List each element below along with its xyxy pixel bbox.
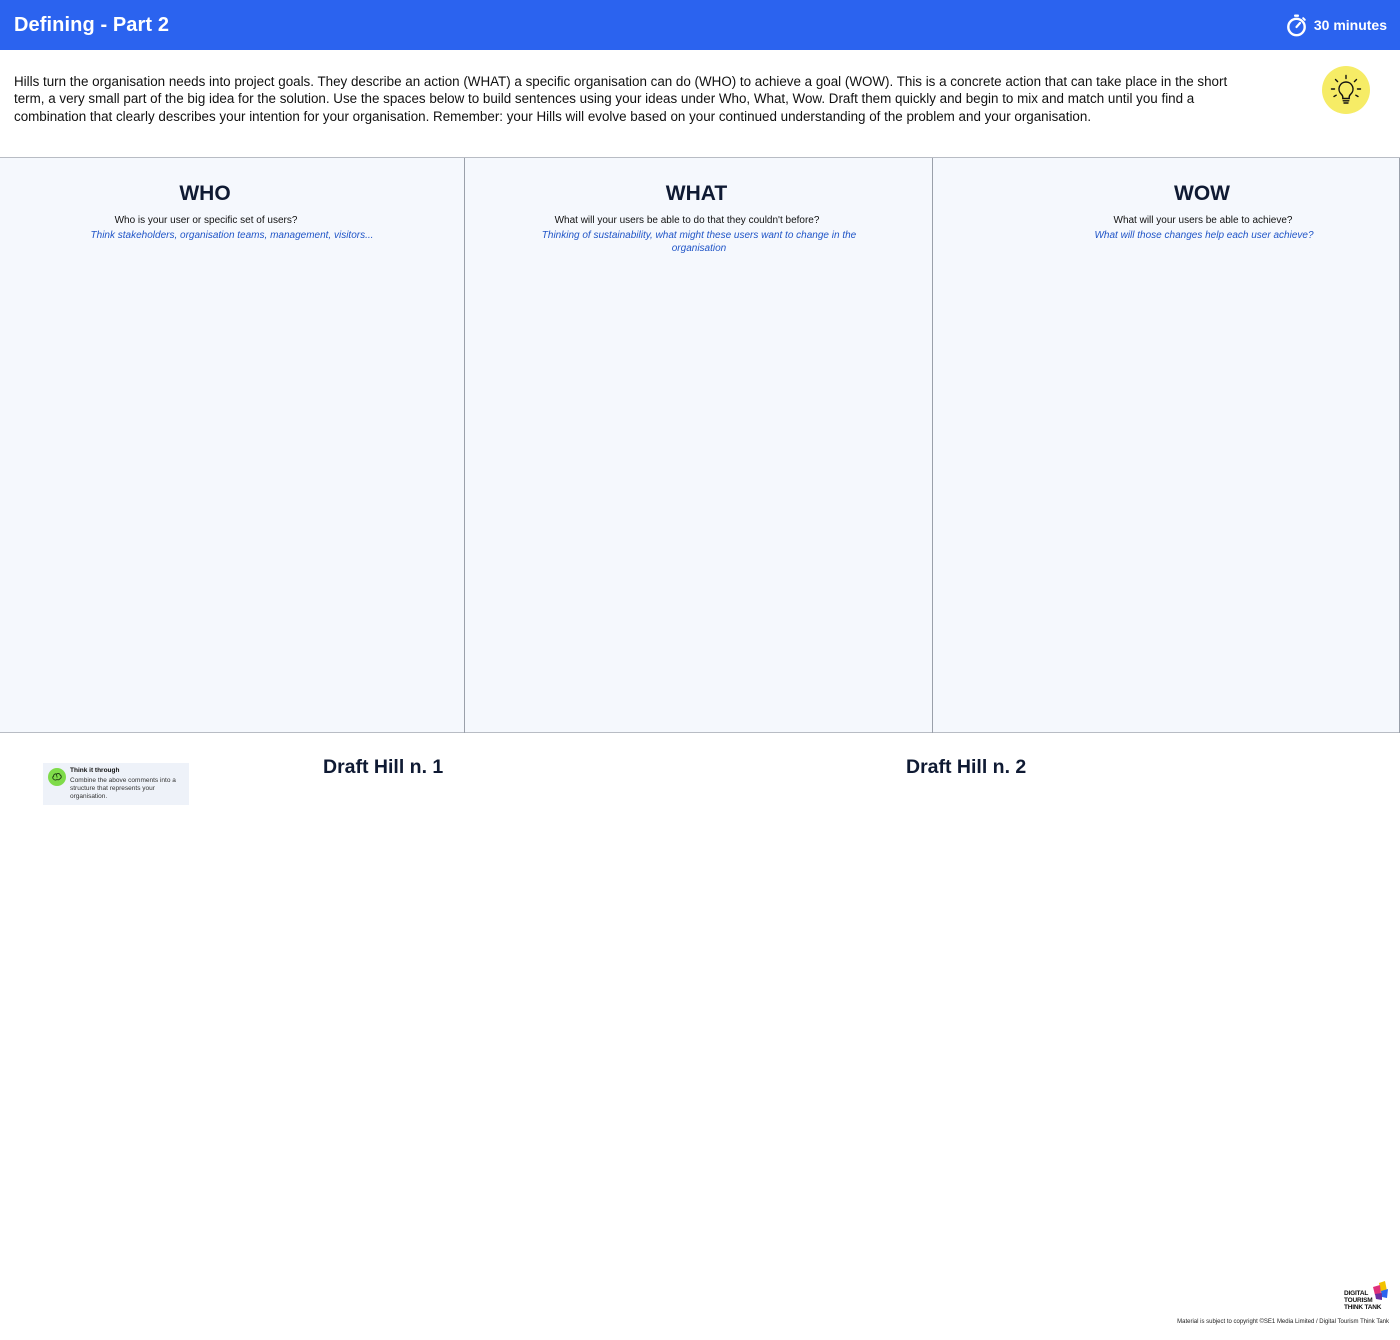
timer-label: 30 minutes [1313, 17, 1387, 33]
timer: 30 minutes [1286, 14, 1387, 37]
copyright-footer: Material is subject to copyright ©SE1 Me… [1177, 1319, 1389, 1325]
think-card-text: Combine the above comments into a struct… [70, 777, 176, 801]
think-card-title: Think it through [70, 767, 120, 774]
brain-icon [48, 768, 66, 786]
page-title: Defining - Part 2 [14, 13, 170, 36]
what-column[interactable]: WHAT What will your users be able to do … [465, 158, 933, 733]
who-question: Who is your user or specific set of user… [114, 215, 298, 226]
draft-hill-2-title: Draft Hill n. 2 [906, 756, 1027, 778]
who-title: WHO [179, 182, 231, 205]
lightbulb-icon [1322, 66, 1370, 114]
think-it-through-card: Think it through Combine the above comme… [43, 763, 189, 805]
wow-hint: What will those changes help each user a… [1094, 230, 1314, 241]
what-question: What will your users be able to do that … [554, 215, 820, 226]
draft-hill-1-title: Draft Hill n. 1 [323, 756, 444, 778]
what-title: WHAT [665, 182, 728, 205]
who-column[interactable]: WHO Who is your user or specific set of … [0, 158, 465, 733]
wow-title: WOW [1174, 182, 1230, 205]
wow-column[interactable]: WOW What will your users be able to achi… [933, 158, 1400, 733]
who-what-wow-board: WHO Who is your user or specific set of … [0, 157, 1400, 733]
stopwatch-icon [1286, 14, 1307, 37]
who-hint: Think stakeholders, organisation teams, … [90, 230, 374, 241]
wow-question: What will your users be able to achieve? [1113, 215, 1293, 226]
what-hint: Thinking of sustainability, what might t… [541, 230, 857, 254]
logo-text: DIGITAL TOURISM THINK TANK [1344, 1290, 1382, 1311]
intro-text: Hills turn the organisation needs into p… [14, 74, 1228, 124]
digital-tourism-think-tank-logo: DIGITAL TOURISM THINK TANK [1341, 1281, 1391, 1315]
header-bar: Defining - Part 2 30 minutes [0, 0, 1400, 50]
